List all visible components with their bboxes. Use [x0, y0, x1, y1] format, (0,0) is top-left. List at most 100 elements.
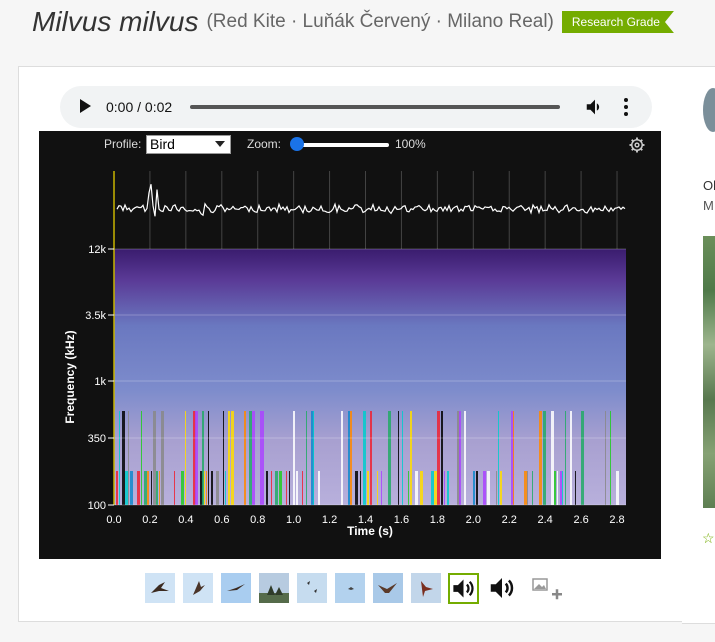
- x-tick-label: 2.0: [466, 514, 481, 526]
- x-tick-label: 1.2: [322, 514, 337, 526]
- noise-band: [153, 411, 156, 505]
- noise-band: [202, 411, 204, 505]
- photo-thumbnail-6[interactable]: [335, 573, 365, 603]
- photo-thumbnail-4[interactable]: [259, 573, 289, 603]
- photo-thumbnail-8[interactable]: [411, 573, 441, 603]
- time-display: 0:00 / 0:02: [106, 99, 173, 115]
- noise-band: [437, 411, 440, 505]
- x-tick-label: 2.8: [609, 514, 624, 526]
- noise-band: [483, 471, 486, 505]
- sound-thumbnail-2[interactable]: [487, 573, 517, 603]
- noise-band: [560, 471, 562, 505]
- noise-band: [275, 471, 278, 505]
- progress-slider[interactable]: [190, 105, 560, 109]
- photo-thumbnail-7[interactable]: [373, 573, 403, 603]
- noise-band: [252, 411, 255, 505]
- noise-band: [496, 471, 497, 505]
- spectrogram-plot: 12k3.5k1k350100 0.0 0.2 0.4 0.6 0.8 1.0 1.2 1.4…: [63, 171, 626, 538]
- y-tick-label: 12k: [88, 244, 106, 256]
- noise-band: [562, 471, 563, 505]
- volume-icon[interactable]: [584, 96, 606, 118]
- star-icon[interactable]: ☆: [702, 530, 715, 547]
- noise-band: [557, 471, 558, 505]
- noise-band: [341, 411, 343, 505]
- noise-band: [279, 471, 282, 505]
- noise-band: [575, 471, 576, 505]
- noise-band: [539, 411, 542, 505]
- noise-band: [159, 471, 160, 505]
- noise-band: [434, 471, 437, 505]
- x-tick-label: 1.8: [430, 514, 445, 526]
- noise-band: [350, 411, 352, 505]
- noise-band: [262, 411, 264, 505]
- x-tick-label: 2.2: [502, 514, 517, 526]
- photo-thumbnail-5[interactable]: [297, 573, 327, 603]
- noise-band: [616, 471, 619, 505]
- noise-band: [286, 471, 287, 505]
- spectrogram-viewer: Profile: Bird Zoom: 100% 12k 3.5k 1k 350…: [39, 131, 661, 559]
- y-tick-label: 1k: [94, 376, 106, 388]
- noise-band: [181, 471, 184, 505]
- noise-band: [500, 471, 502, 505]
- noise-band: [370, 411, 372, 505]
- noise-band: [223, 411, 224, 505]
- sound-thumbnail-1[interactable]: [448, 573, 479, 604]
- noise-band: [306, 411, 307, 505]
- noise-band: [402, 411, 403, 505]
- noise-band: [206, 471, 207, 505]
- noise-band: [581, 411, 584, 505]
- location-map[interactable]: [703, 236, 715, 508]
- y-axis-label: Frequency (kHz): [63, 330, 77, 423]
- noise-band: [249, 411, 252, 505]
- photo-thumbnail-3[interactable]: [221, 573, 251, 603]
- x-tick-label: 0.0: [106, 514, 121, 526]
- noise-band: [355, 471, 358, 505]
- photo-thumbnail-2[interactable]: [183, 573, 213, 603]
- x-tick-label: 1.0: [286, 514, 301, 526]
- noise-band: [527, 471, 528, 505]
- noise-band: [185, 411, 186, 505]
- noise-band: [244, 411, 246, 505]
- noise-band: [367, 471, 369, 505]
- noise-band: [459, 411, 461, 505]
- noise-band: [174, 471, 175, 505]
- bird-photo-icon: [348, 587, 354, 590]
- noise-band: [216, 471, 219, 505]
- noise-band: [410, 411, 412, 505]
- noise-band: [551, 411, 554, 505]
- noise-band: [156, 471, 158, 505]
- noise-band: [266, 471, 268, 505]
- add-image-icon: [532, 578, 562, 600]
- noise-band: [122, 411, 125, 505]
- noise-band: [204, 471, 205, 505]
- bird-photo-icon: [227, 584, 245, 591]
- noise-band: [271, 471, 272, 505]
- noise-band: [447, 471, 449, 505]
- noise-band: [147, 471, 149, 505]
- play-button[interactable]: [80, 99, 91, 113]
- noise-band: [554, 471, 556, 505]
- audio-player: 0:00 / 0:02: [60, 86, 652, 128]
- photo-thumbnail-1[interactable]: [145, 573, 175, 603]
- sound-icon: [490, 578, 514, 598]
- noise-band: [363, 411, 366, 505]
- noise-band: [225, 471, 226, 505]
- noise-band: [302, 471, 303, 505]
- noise-band: [605, 411, 606, 505]
- noise-band: [130, 471, 133, 505]
- noise-band: [381, 471, 382, 505]
- noise-band: [195, 411, 198, 505]
- y-tick-label: 100: [88, 500, 106, 512]
- add-media-button[interactable]: [529, 573, 563, 607]
- x-tick-label: 1.6: [394, 514, 409, 526]
- y-tick-label: 3.5k: [85, 310, 106, 322]
- noise-band: [141, 411, 142, 505]
- noise-band: [293, 411, 295, 505]
- noise-band: [151, 471, 152, 505]
- x-tick-label: 2.6: [573, 514, 588, 526]
- page-title: Milvus milvus (Red Kite · Luňák Červený …: [32, 4, 674, 40]
- y-tick-label: 350: [88, 433, 106, 445]
- more-options-icon[interactable]: [622, 96, 630, 118]
- sound-icon: [453, 579, 474, 598]
- noise-band: [610, 411, 611, 505]
